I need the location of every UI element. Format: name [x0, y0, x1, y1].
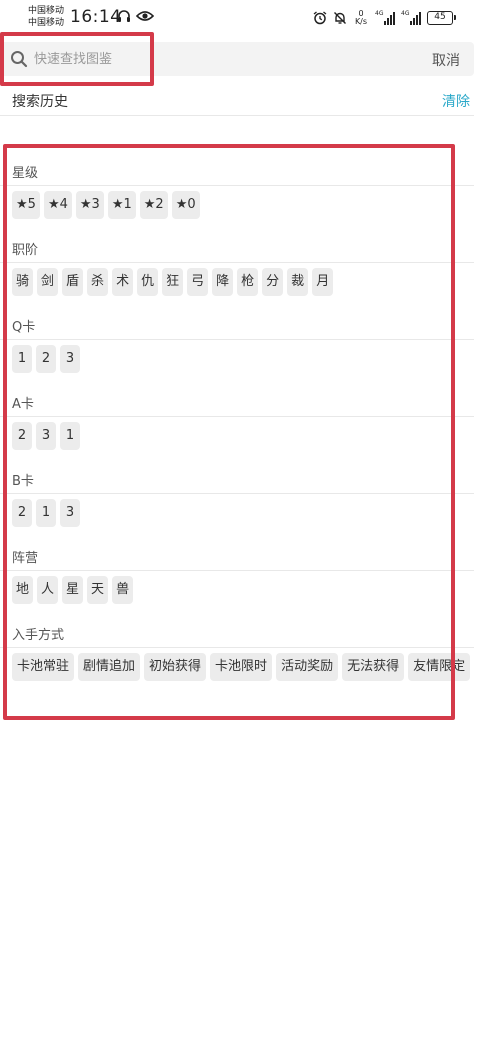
filter-chip[interactable]: 星 [62, 576, 84, 604]
filter-chip[interactable]: 枪 [237, 268, 259, 296]
filter-section-quick-cards: Q卡 1 2 3 [0, 304, 474, 381]
filter-chip[interactable]: 裁 [287, 268, 309, 296]
filter-chip[interactable]: ★0 [171, 191, 200, 219]
filter-chip[interactable]: 弓 [187, 268, 209, 296]
headset-icon [118, 10, 130, 22]
section-title: 职阶 [0, 227, 474, 263]
signal-icon-1: 4G [375, 10, 395, 25]
carrier-1: 中国移动 [28, 6, 65, 16]
filter-chip[interactable]: 剑 [37, 268, 59, 296]
section-title: A卡 [0, 381, 474, 417]
filter-chip[interactable]: 无法获得 [342, 653, 405, 681]
section-title: 入手方式 [0, 612, 474, 648]
filter-section-buster-cards: B卡 2 1 3 [0, 458, 474, 535]
filter-chip[interactable]: 1 [36, 499, 56, 527]
section-title: 阵营 [0, 535, 474, 571]
mute-bell-icon [334, 12, 346, 24]
filter-chip[interactable]: 骑 [12, 268, 34, 296]
status-bar: 中国移动 中国移动 16:14 0 K/s 4G 4G 45 [0, 0, 480, 36]
filter-chip[interactable]: 剧情追加 [78, 653, 141, 681]
filter-chip[interactable]: 卡池常驻 [12, 653, 75, 681]
filter-chip[interactable]: 仇 [137, 268, 159, 296]
search-history-title: 搜索历史 [12, 94, 68, 110]
filter-chip[interactable]: 活动奖励 [276, 653, 339, 681]
filter-section-arts-cards: A卡 2 3 1 [0, 381, 474, 458]
filter-chip[interactable]: 盾 [62, 268, 84, 296]
filter-chip[interactable]: 2 [12, 499, 32, 527]
filter-chip[interactable]: ★3 [75, 191, 104, 219]
section-title: B卡 [0, 458, 474, 494]
net-speed: 0 K/s [353, 10, 369, 26]
signal-2-label: 4G [401, 10, 410, 17]
cancel-button[interactable]: 取消 [432, 50, 460, 70]
filter-chip[interactable]: 狂 [162, 268, 184, 296]
filter-chip[interactable]: 术 [112, 268, 134, 296]
filter-section-class: 职阶 骑 剑 盾 杀 术 仇 狂 弓 降 枪 分 裁 月 [0, 227, 474, 304]
filter-chip[interactable]: 杀 [87, 268, 109, 296]
filter-chip[interactable]: 1 [12, 345, 32, 373]
filter-section-acquisition: 入手方式 卡池常驻 剧情追加 初始获得 卡池限时 活动奖励 无法获得 友情限定 [0, 612, 474, 689]
filter-chip[interactable]: 3 [60, 499, 80, 527]
filter-chip[interactable]: 分 [262, 268, 284, 296]
search-input[interactable] [34, 46, 414, 72]
clear-history-button[interactable]: 清除 [442, 91, 470, 111]
filter-chip[interactable]: 2 [36, 345, 56, 373]
filter-chip[interactable]: 兽 [112, 576, 134, 604]
filter-chip[interactable]: 3 [60, 345, 80, 373]
filter-chip[interactable]: 1 [60, 422, 80, 450]
clock: 16:14 [70, 7, 122, 27]
filter-section-rarity: 星级 ★5 ★4 ★3 ★1 ★2 ★0 [0, 150, 474, 227]
carrier-labels: 中国移动 中国移动 [28, 5, 64, 29]
filter-chip[interactable]: 友情限定 [408, 653, 471, 681]
filter-chip[interactable]: 2 [12, 422, 32, 450]
filter-chip[interactable]: 月 [312, 268, 334, 296]
search-history-header: 搜索历史 清除 [0, 86, 474, 116]
filter-chip[interactable]: 初始获得 [144, 653, 207, 681]
filter-chip[interactable]: ★2 [139, 191, 168, 219]
section-title: 星级 [0, 150, 474, 186]
section-title: Q卡 [0, 304, 474, 340]
filter-chip[interactable]: 降 [212, 268, 234, 296]
search-icon [11, 51, 28, 68]
filter-chip[interactable]: ★5 [12, 191, 40, 219]
signal-1-label: 4G [375, 10, 384, 17]
status-right-group: 0 K/s 4G 4G 45 [313, 8, 456, 28]
search-bar: 取消 [0, 42, 474, 76]
signal-icon-2: 4G [401, 10, 421, 25]
filter-chip[interactable]: ★4 [43, 191, 72, 219]
battery-icon: 45 [427, 11, 456, 25]
filter-chip[interactable]: 天 [87, 576, 109, 604]
filter-chip[interactable]: 人 [37, 576, 59, 604]
filter-chip[interactable]: ★1 [107, 191, 136, 219]
filter-chip[interactable]: 3 [36, 422, 56, 450]
net-speed-unit: K/s [354, 17, 368, 26]
filter-chip[interactable]: 地 [12, 576, 34, 604]
filter-chip[interactable]: 卡池限时 [210, 653, 273, 681]
alarm-icon [313, 11, 327, 25]
carrier-2: 中国移动 [28, 18, 65, 28]
eye-icon [136, 11, 154, 21]
filter-panel: 星级 ★5 ★4 ★3 ★1 ★2 ★0 职阶 骑 剑 盾 杀 术 仇 狂 弓 … [0, 150, 474, 689]
filter-section-attribute: 阵营 地 人 星 天 兽 [0, 535, 474, 612]
